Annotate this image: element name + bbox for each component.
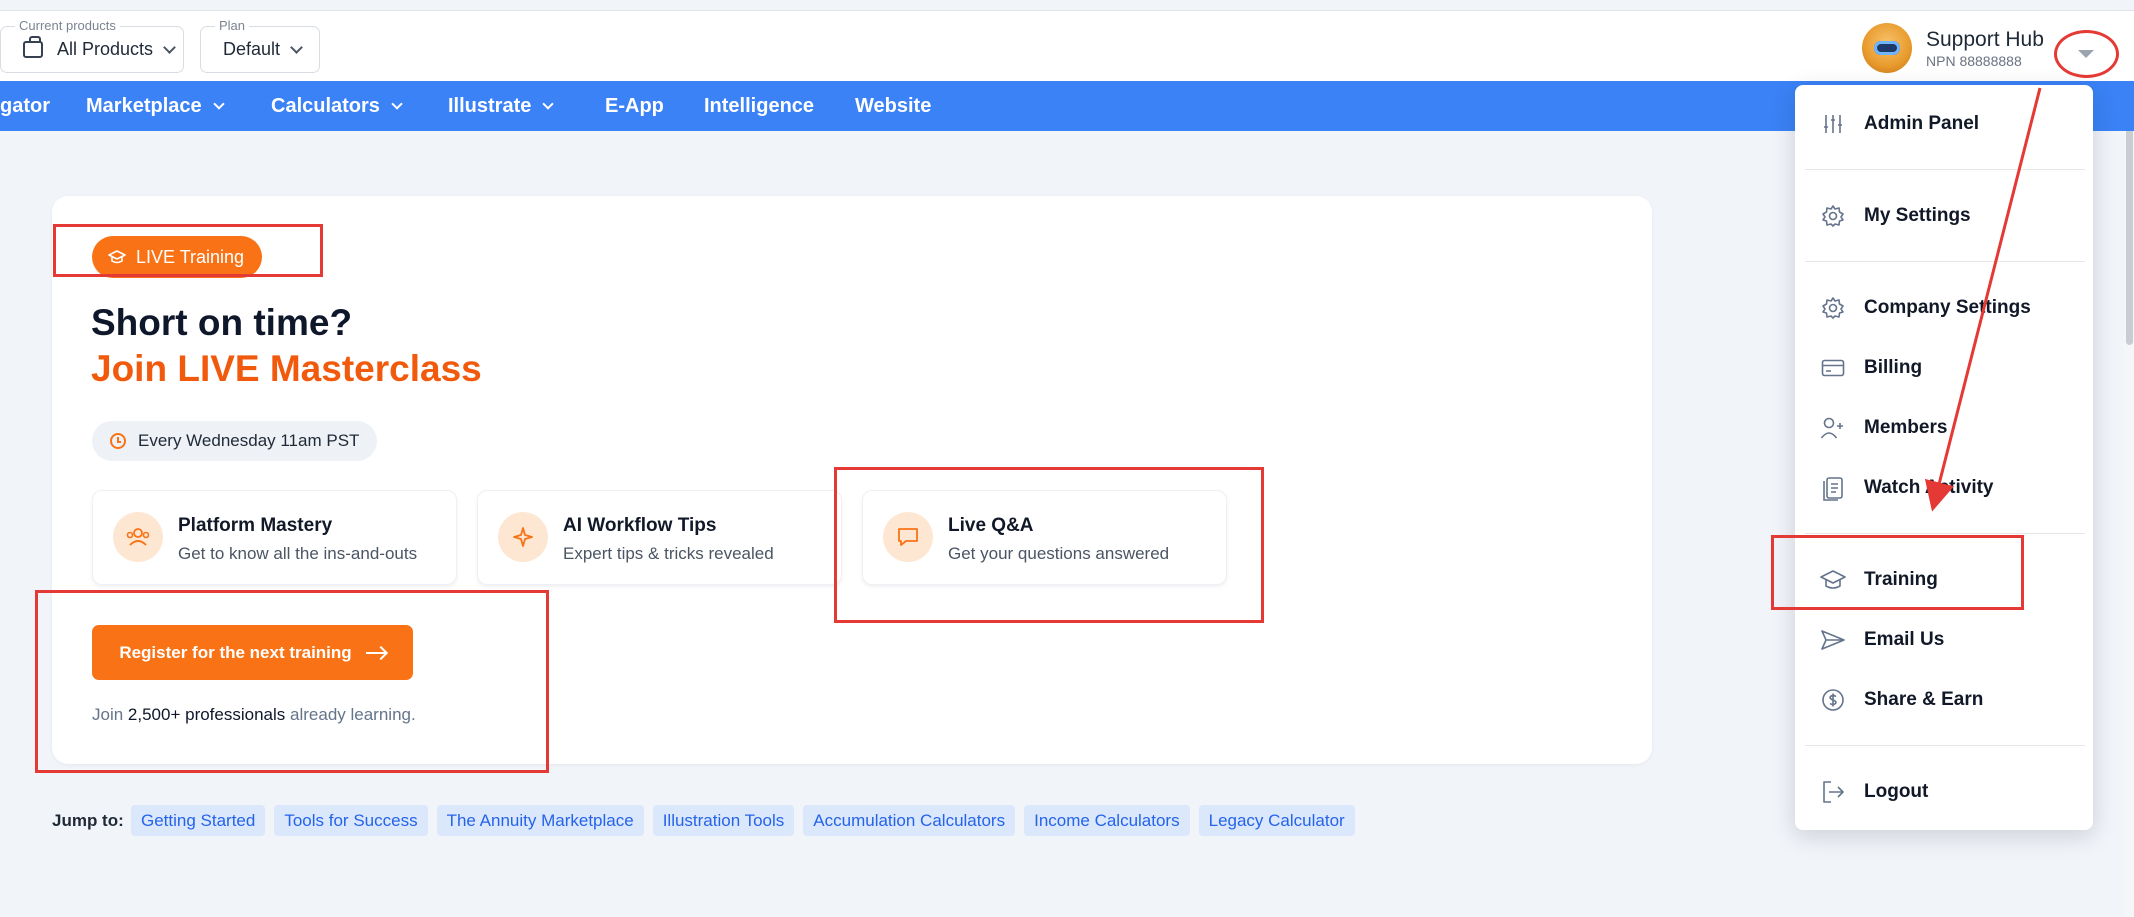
sparkles-icon [498, 512, 548, 562]
schedule-text: Every Wednesday 11am PST [138, 431, 360, 450]
jump-link[interactable]: The Annuity Marketplace [436, 805, 644, 836]
plan-selector[interactable]: Plan Default [200, 18, 320, 73]
logout-icon [1820, 779, 1846, 805]
nav-item-website[interactable]: Website [855, 81, 931, 131]
products-selector[interactable]: Current products All Products [0, 18, 184, 73]
dollar-circle-icon [1820, 687, 1846, 713]
menu-item-my-settings[interactable]: My Settings [1820, 198, 1971, 234]
schedule-pill: Every Wednesday 11am PST [92, 421, 378, 461]
briefcase-icon [23, 36, 43, 58]
profile-dropdown-menu [1795, 85, 2093, 830]
annotation-box-live-qa [834, 467, 1264, 623]
nav-item-navigator[interactable]: gator [0, 81, 50, 131]
products-caption: Current products [15, 18, 120, 33]
clipboard-icon [1820, 475, 1846, 501]
menu-item-members[interactable]: Members [1820, 410, 1947, 446]
menu-item-company-settings[interactable]: Company Settings [1820, 290, 2031, 326]
hero-heading: Short on time? [91, 302, 353, 343]
users-icon [113, 512, 163, 562]
annotation-ellipse-caret [2054, 30, 2119, 78]
feature-card: AI Workflow Tips Expert tips & tricks re… [477, 490, 842, 585]
feature-title: Platform Mastery [178, 515, 333, 536]
annotation-box-register [35, 590, 549, 773]
gear-icon [1820, 295, 1846, 321]
sliders-icon [1820, 111, 1846, 137]
nav-item-calculators[interactable]: Calculators [271, 81, 403, 131]
annotation-box-live-training [53, 224, 323, 277]
nav-item-illustrate[interactable]: Illustrate [448, 81, 555, 131]
jump-link[interactable]: Legacy Calculator [1198, 805, 1355, 836]
menu-divider [1805, 745, 2085, 746]
plan-caption: Plan [215, 18, 250, 33]
chevron-down-icon [542, 97, 555, 110]
menu-item-billing[interactable]: Billing [1820, 350, 1922, 386]
profile-name: Support Hub [1926, 27, 2044, 51]
clock-icon [110, 433, 126, 449]
menu-item-email-us[interactable]: Email Us [1820, 622, 1944, 658]
top-bar: Current products All Products Plan Defau… [0, 10, 2134, 81]
jump-link[interactable]: Tools for Success [274, 805, 428, 836]
chevron-down-icon [290, 40, 303, 54]
user-plus-icon [1820, 415, 1846, 441]
menu-item-logout[interactable]: Logout [1820, 774, 1928, 810]
feature-card: Platform Mastery Get to know all the ins… [92, 490, 457, 585]
nav-item-intelligence[interactable]: Intelligence [704, 81, 814, 131]
menu-divider [1805, 261, 2085, 262]
profile-menu-trigger[interactable]: Support Hub NPN 88888888 [1862, 21, 2044, 75]
send-icon [1820, 627, 1846, 653]
menu-item-watch-activity[interactable]: Watch Activity [1820, 470, 1994, 506]
nav-item-e-app[interactable]: E-App [605, 81, 664, 131]
chevron-down-icon [212, 97, 225, 110]
annotation-box-training [1771, 535, 2024, 610]
jump-to-links: Getting Started Tools for Success The An… [131, 805, 1355, 836]
chevron-down-icon [391, 97, 403, 110]
nav-item-marketplace[interactable]: Marketplace [86, 81, 225, 131]
profile-npn: NPN 88888888 [1926, 52, 2022, 69]
menu-item-share-earn[interactable]: Share & Earn [1820, 682, 1983, 718]
credit-card-icon [1820, 355, 1846, 381]
plan-value: Default [223, 39, 281, 59]
avatar [1862, 23, 1912, 73]
menu-item-admin-panel[interactable]: Admin Panel [1820, 106, 1979, 142]
jump-to-label: Jump to: [52, 811, 124, 830]
hero-subheading: Join LIVE Masterclass [91, 348, 482, 389]
feature-desc: Expert tips & tricks revealed [563, 544, 774, 563]
jump-link[interactable]: Getting Started [131, 805, 266, 836]
jump-link[interactable]: Income Calculators [1024, 805, 1190, 836]
products-value: All Products [57, 39, 154, 59]
feature-title: AI Workflow Tips [563, 515, 717, 536]
menu-divider [1805, 169, 2085, 170]
jump-link[interactable]: Illustration Tools [652, 805, 795, 836]
jump-link[interactable]: Accumulation Calculators [803, 805, 1016, 836]
gear-icon [1820, 203, 1846, 229]
chevron-down-icon [163, 40, 176, 54]
menu-divider [1805, 533, 2085, 534]
feature-desc: Get to know all the ins-and-outs [178, 544, 418, 563]
